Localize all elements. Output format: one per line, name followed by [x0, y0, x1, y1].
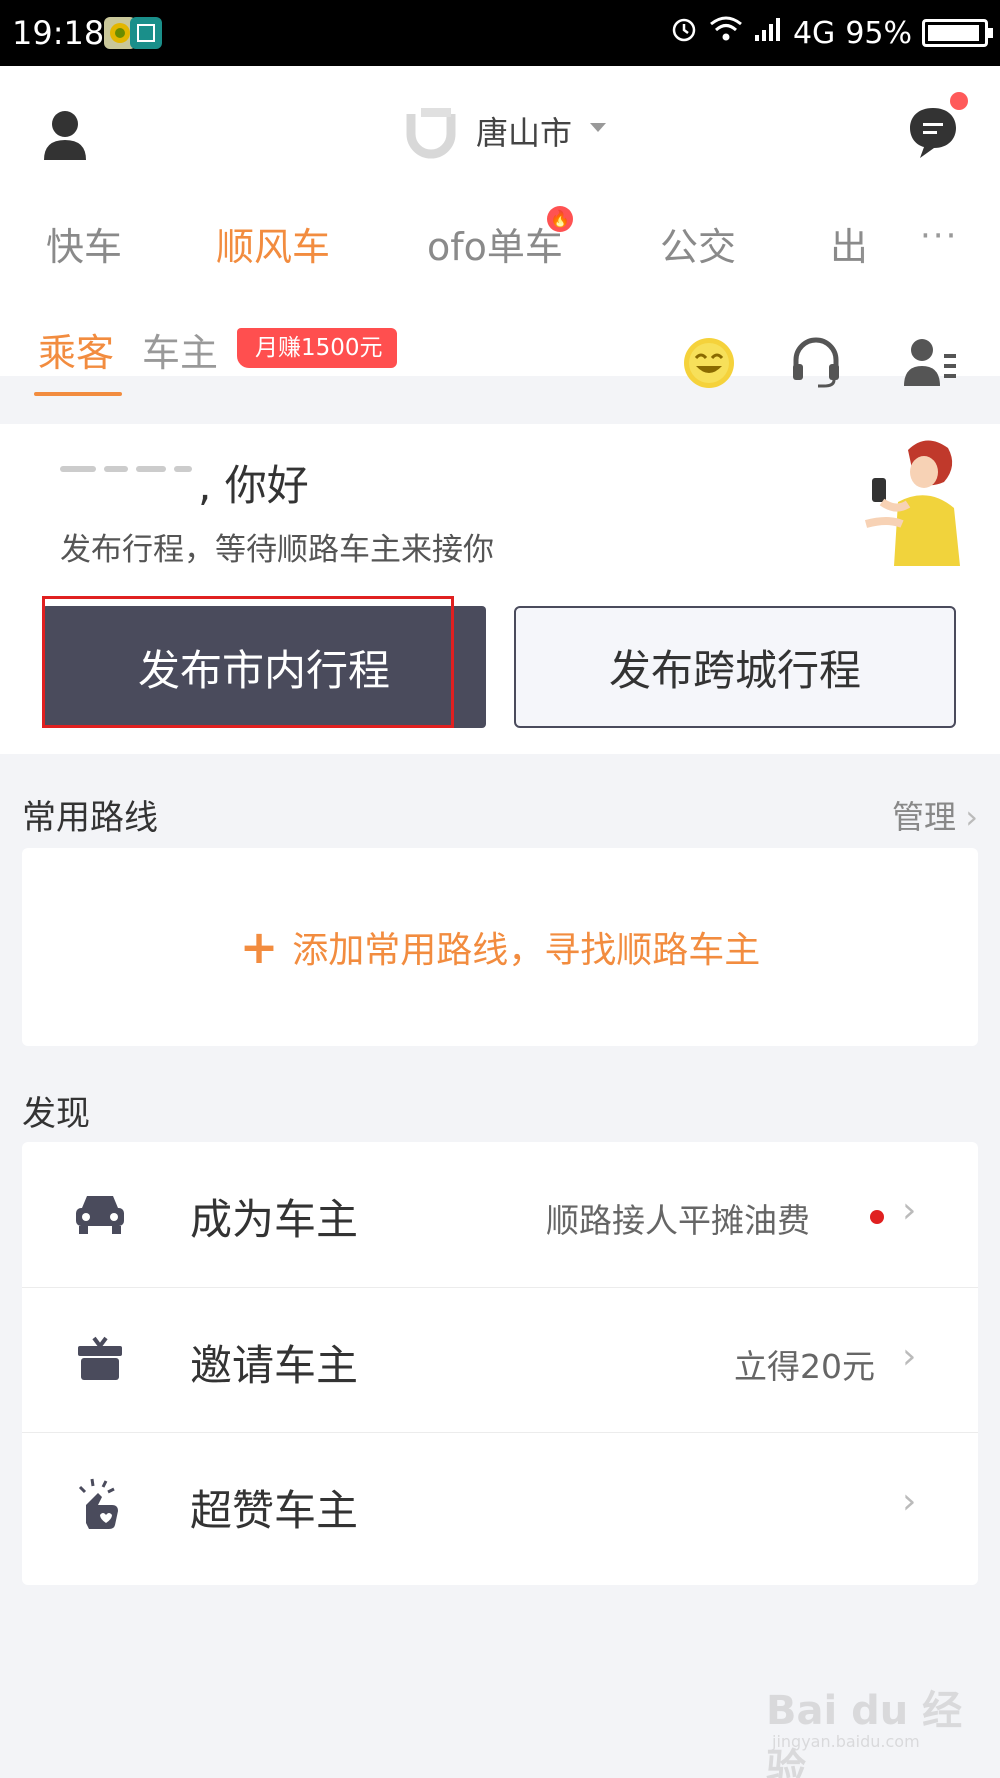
list-item-great-driver[interactable]: 超赞车主 ›	[22, 1432, 978, 1577]
row-title: 邀请车主	[190, 1341, 359, 1390]
message-icon[interactable]	[906, 102, 960, 162]
gift-icon	[72, 1330, 128, 1386]
city-selector[interactable]: 唐山市	[476, 108, 572, 154]
headset-icon[interactable]	[790, 336, 842, 388]
battery-percent: 95%	[845, 15, 912, 51]
watermark-main: Bai du 经验	[766, 1688, 963, 1778]
chevron-right-icon: ›	[902, 1481, 917, 1522]
manage-routes-link[interactable]: 管理	[892, 792, 956, 838]
list-item-become-driver[interactable]: 成为车主 顺路接人平摊油费 ›	[22, 1142, 978, 1287]
publish-trip-card: , 你好 发布行程，等待顺路车主来接你 发布市内行程 发布跨城行程	[0, 424, 1000, 754]
unread-dot	[950, 92, 968, 110]
woman-phone-illustration-icon	[858, 432, 968, 572]
alarm-icon	[669, 14, 699, 52]
wifi-icon	[709, 15, 743, 51]
role-switcher: 乘客 车主 月赚1500元	[0, 328, 1000, 416]
status-bar: 19:18 4G 95%	[0, 0, 1000, 66]
add-route-card[interactable]: + 添加常用路线，寻找顺路车主	[22, 848, 978, 1046]
tab-ofo[interactable]: ofo单车	[427, 216, 563, 271]
chevron-right-icon[interactable]: ›	[965, 798, 978, 836]
fire-icon: 🔥	[547, 206, 573, 232]
tab-express[interactable]: 快车	[46, 216, 122, 271]
row-note: 立得20元	[734, 1347, 875, 1386]
row-title: 超赞车主	[190, 1486, 359, 1535]
chevron-down-icon[interactable]	[590, 123, 606, 132]
driver-profile-icon[interactable]	[902, 336, 958, 388]
user-profile-icon[interactable]	[40, 108, 90, 164]
publish-city-trip-button[interactable]: 发布市内行程	[42, 606, 486, 728]
chevron-right-icon: ›	[902, 1190, 917, 1231]
app-header: 唐山市 快车 顺风车 ofo单车 🔥 公交 出 ··· 乘客 车主 月赚1500…	[0, 66, 1000, 396]
smile-emoji-icon[interactable]	[682, 336, 736, 390]
tab-hitch[interactable]: 顺风车	[216, 216, 330, 271]
baidu-watermark: Bai du 经验 jingyan.baidu.com	[766, 1672, 966, 1778]
discover-title: 发现	[22, 1094, 90, 1134]
role-driver[interactable]: 车主	[142, 322, 218, 377]
common-routes-title: 常用路线	[22, 798, 158, 838]
scan-app-icon	[130, 17, 162, 49]
network-type: 4G	[792, 15, 836, 51]
thumbs-up-icon	[72, 1475, 128, 1531]
discover-list: 成为车主 顺路接人平摊油费 › 邀请车主 立得20元 › 超赞车主 ›	[22, 1142, 978, 1585]
status-time: 19:18	[12, 14, 105, 52]
watermark-url: jingyan.baidu.com	[772, 1732, 920, 1751]
tab-bus[interactable]: 公交	[660, 216, 736, 271]
chevron-right-icon: ›	[902, 1336, 917, 1377]
active-role-indicator	[34, 392, 122, 396]
user-name-redacted	[60, 458, 200, 498]
role-passenger[interactable]: 乘客	[38, 322, 114, 377]
new-dot	[870, 1210, 884, 1224]
didi-logo-icon	[403, 104, 459, 160]
row-note: 顺路接人平摊油费	[546, 1201, 810, 1240]
add-route-text: 添加常用路线，寻找顺路车主	[292, 930, 761, 971]
service-tabs: 快车 顺风车 ofo单车 🔥 公交 出 ···	[0, 206, 1000, 286]
plus-icon: +	[239, 920, 279, 974]
more-tabs-icon[interactable]: ···	[920, 216, 958, 256]
earn-badge: 月赚1500元	[237, 328, 397, 368]
greeting-text: , 你好	[198, 461, 309, 510]
signal-icon	[753, 15, 783, 51]
car-icon	[72, 1184, 128, 1240]
battery-icon	[922, 19, 993, 47]
publish-intercity-trip-button[interactable]: 发布跨城行程	[514, 606, 956, 728]
greeting-subtitle: 发布行程，等待顺路车主来接你	[60, 532, 494, 568]
row-title: 成为车主	[190, 1195, 359, 1244]
list-item-invite-driver[interactable]: 邀请车主 立得20元 ›	[22, 1287, 978, 1432]
